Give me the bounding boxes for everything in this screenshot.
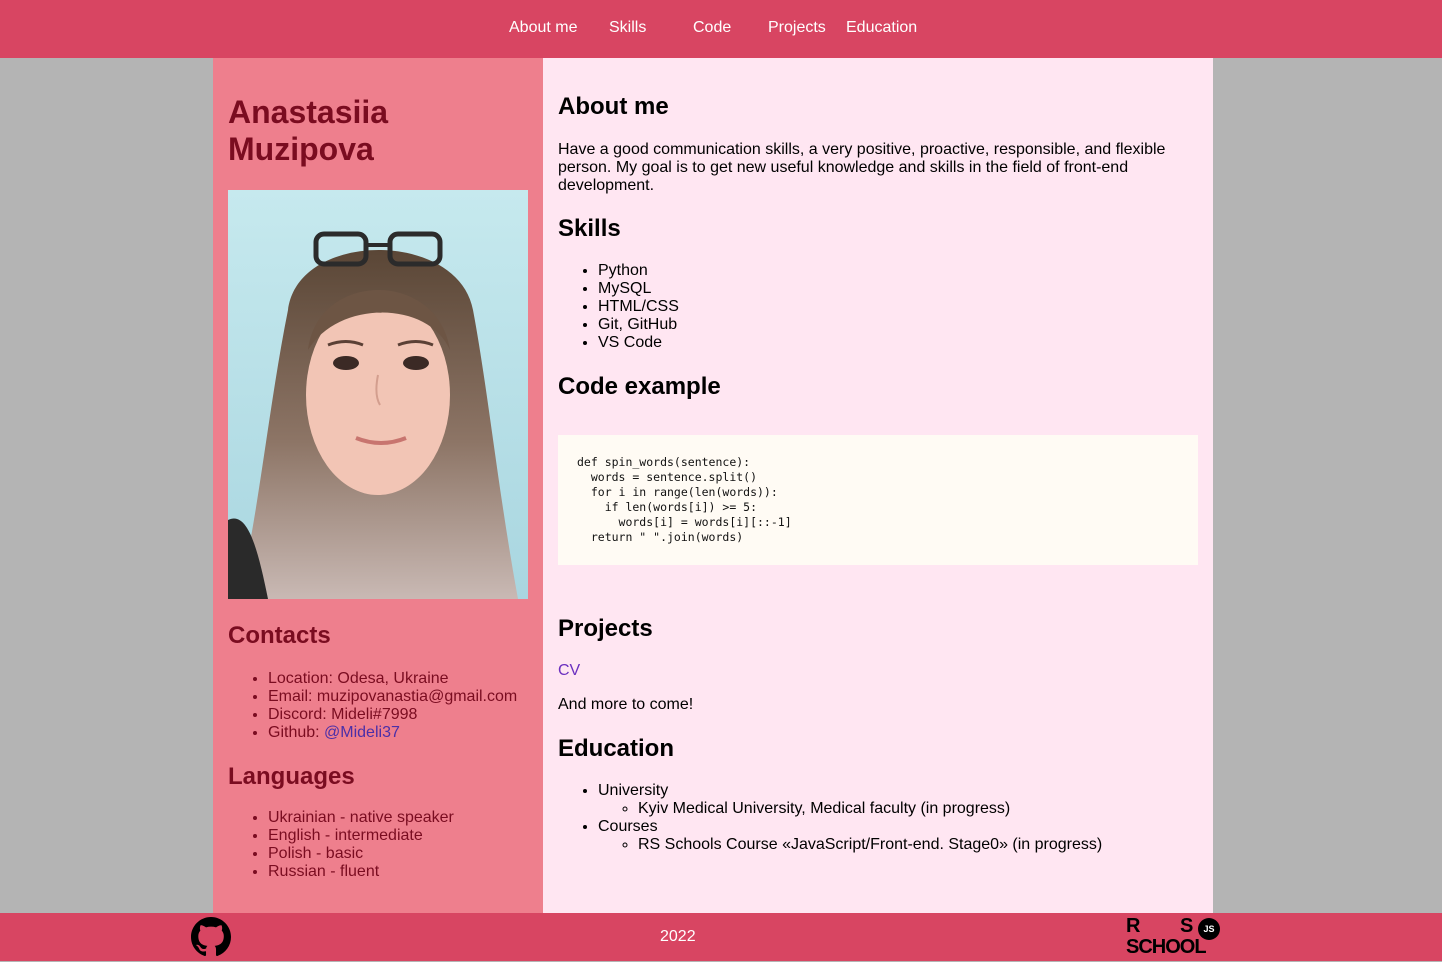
profile-photo bbox=[228, 190, 528, 599]
nav-education[interactable]: Education bbox=[846, 18, 917, 38]
projects-heading: Projects bbox=[558, 615, 653, 642]
courses-label: Courses bbox=[598, 818, 658, 835]
about-text: Have a good communication skills, a very… bbox=[558, 141, 1166, 194]
rs-letter-s: S bbox=[1180, 915, 1194, 937]
github-profile-link[interactable]: @Mideli37 bbox=[324, 724, 400, 741]
course-item: RS Schools Course «JavaScript/Front-end.… bbox=[638, 836, 1102, 854]
nav-code[interactable]: Code bbox=[693, 18, 731, 38]
contact-github: Github: @Mideli37 bbox=[268, 724, 517, 742]
rs-school-text: SCHOOL bbox=[1126, 936, 1207, 958]
languages-list: Ukrainian - native speaker English - int… bbox=[228, 809, 454, 881]
contact-discord: Discord: Mideli#7998 bbox=[268, 706, 517, 724]
language-item: Polish - basic bbox=[268, 845, 454, 863]
skill-item: MySQL bbox=[598, 280, 679, 298]
contacts-list: Location: Odesa, Ukraine Email: muzipova… bbox=[228, 670, 517, 742]
education-courses: Courses RS Schools Course «JavaScript/Fr… bbox=[598, 818, 1102, 854]
rs-js-label: JS bbox=[1203, 924, 1215, 934]
university-label: University bbox=[598, 782, 669, 799]
rs-letter-r: R bbox=[1126, 915, 1141, 937]
skill-item: Python bbox=[598, 262, 679, 280]
skill-item: Git, GitHub bbox=[598, 316, 679, 334]
top-nav: About me Skills Code Projects Education bbox=[0, 0, 1442, 58]
skill-item: HTML/CSS bbox=[598, 298, 679, 316]
about-heading: About me bbox=[558, 93, 669, 120]
university-sublist: Kyiv Medical University, Medical faculty… bbox=[598, 800, 1102, 818]
university-item: Kyiv Medical University, Medical faculty… bbox=[638, 800, 1102, 818]
contacts-heading: Contacts bbox=[228, 622, 331, 649]
footer-year: 2022 bbox=[660, 928, 696, 945]
page-title: Anastasiia Muzipova bbox=[228, 94, 388, 168]
github-label: Github: bbox=[268, 724, 325, 741]
education-list: University Kyiv Medical University, Medi… bbox=[558, 782, 1102, 854]
projects-more-text: And more to come! bbox=[558, 696, 694, 713]
skill-item: VS Code bbox=[598, 334, 679, 352]
language-item: English - intermediate bbox=[268, 827, 454, 845]
nav-about-me[interactable]: About me bbox=[509, 18, 577, 38]
name-first: Anastasiia bbox=[228, 94, 389, 130]
nav-skills[interactable]: Skills bbox=[609, 18, 646, 38]
languages-heading: Languages bbox=[228, 763, 355, 790]
main-content: About me Have a good communication skill… bbox=[543, 58, 1213, 913]
sidebar: Anastasiia Muzipova Contacts • Location:… bbox=[213, 58, 543, 913]
code-example: def spin_words(sentence): words = senten… bbox=[558, 435, 1198, 565]
github-icon[interactable] bbox=[191, 917, 231, 957]
education-university: University Kyiv Medical University, Medi… bbox=[598, 782, 1102, 818]
language-item: Ukrainian - native speaker bbox=[268, 809, 454, 827]
skills-list: Python MySQL HTML/CSS Git, GitHub VS Cod… bbox=[558, 262, 679, 352]
project-cv-link[interactable]: CV bbox=[558, 662, 580, 680]
rs-school-logo[interactable]: R S JS SCHOOL bbox=[1124, 916, 1236, 958]
nav-projects[interactable]: Projects bbox=[768, 18, 826, 38]
courses-sublist: RS Schools Course «JavaScript/Front-end.… bbox=[598, 836, 1102, 854]
contact-email: Email: muzipovanastia@gmail.com bbox=[268, 688, 517, 706]
code-block: def spin_words(sentence): words = senten… bbox=[577, 455, 792, 544]
language-item: Russian - fluent bbox=[268, 863, 454, 881]
skills-heading: Skills bbox=[558, 215, 621, 242]
education-heading: Education bbox=[558, 735, 675, 762]
code-heading: Code example bbox=[558, 373, 721, 400]
contact-location: Location: Odesa, Ukraine bbox=[268, 670, 517, 688]
name-last: Muzipova bbox=[228, 131, 374, 167]
